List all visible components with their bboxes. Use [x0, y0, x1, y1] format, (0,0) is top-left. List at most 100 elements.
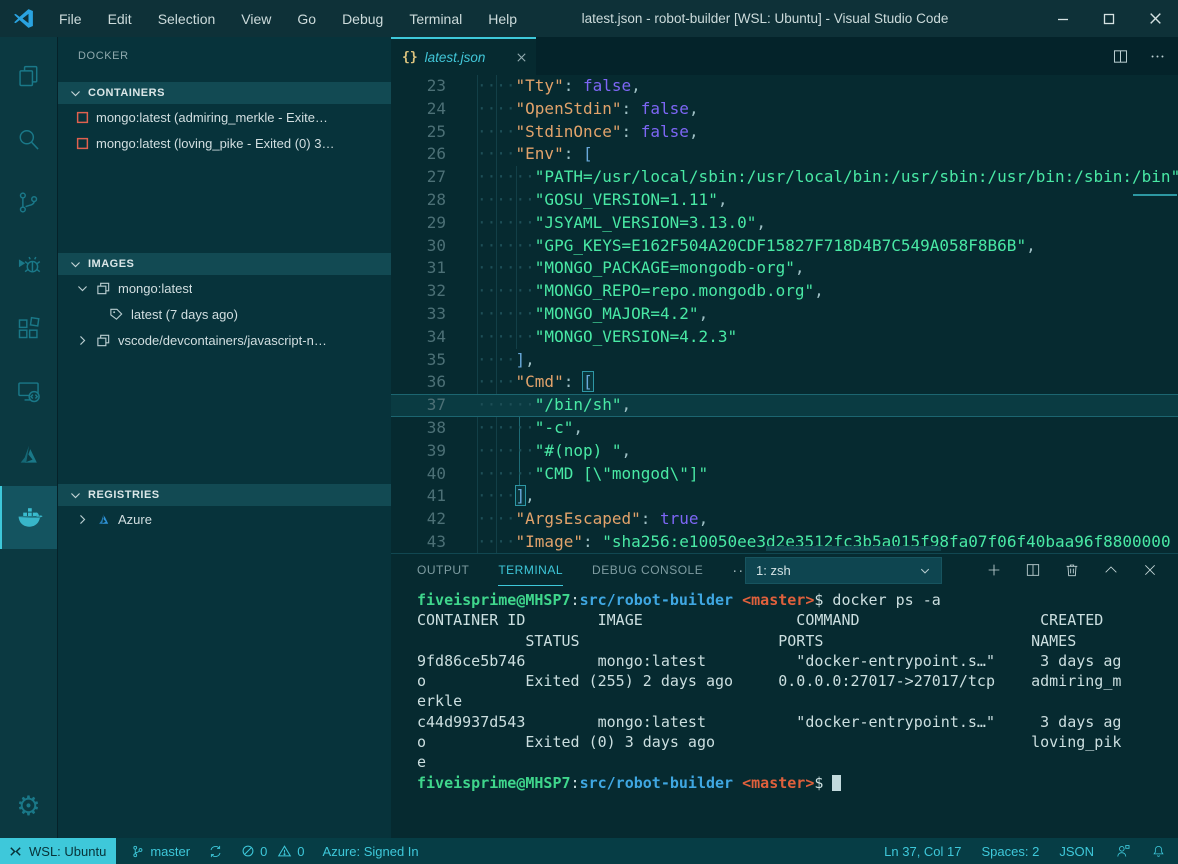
menu-terminal[interactable]: Terminal — [396, 0, 475, 37]
code-line-38[interactable]: 38 ······"-c", — [391, 417, 1178, 440]
feedback-icon[interactable] — [1114, 843, 1131, 859]
line-number: 41 — [391, 485, 446, 508]
notifications-bell-icon[interactable] — [1151, 844, 1166, 859]
debug-icon[interactable] — [0, 234, 57, 297]
tree-item[interactable]: latest (7 days ago) — [58, 301, 391, 327]
tree-item[interactable]: vscode/devcontainers/javascript-n… — [58, 327, 391, 353]
remote-icon — [8, 844, 23, 859]
terminal-line: CONTAINER ID IMAGE COMMAND CREATED — [417, 610, 1178, 630]
tree-item[interactable]: mongo:latest (loving_pike - Exited (0) 3… — [58, 130, 391, 156]
git-branch[interactable]: master — [130, 844, 190, 859]
tab-close-icon[interactable] — [515, 51, 528, 64]
errors-icon — [241, 844, 255, 858]
indentation[interactable]: Spaces: 2 — [982, 844, 1040, 859]
code-line-32[interactable]: 32······"MONGO_REPO=repo.mongodb.org", — [391, 280, 1178, 303]
gear-icon[interactable]: ⚙ — [0, 793, 57, 820]
terminal-picker[interactable]: 1: zsh — [745, 557, 942, 584]
section-header-images[interactable]: IMAGES — [58, 253, 391, 275]
remote-explorer-icon[interactable] — [0, 360, 57, 423]
code-text: ····"Env": [ — [477, 143, 593, 166]
panel-tab-output[interactable]: OUTPUT — [417, 554, 469, 586]
tree-item[interactable]: mongo:latest — [58, 275, 391, 301]
explorer-icon[interactable] — [0, 45, 57, 108]
tree-item-label: mongo:latest — [118, 281, 192, 296]
split-editor-icon[interactable] — [1112, 48, 1129, 65]
code-text: ····], — [477, 349, 535, 372]
azure-icon[interactable] — [0, 423, 57, 486]
code-line-41[interactable]: 41····], — [391, 485, 1178, 508]
chevron-down-icon[interactable] — [76, 282, 89, 295]
menu-selection[interactable]: Selection — [145, 0, 229, 37]
docker-icon[interactable] — [0, 486, 57, 549]
search-icon[interactable] — [0, 108, 57, 171]
code-line-27[interactable]: 27 ······"PATH=/usr/local/sbin:/usr/local… — [391, 166, 1178, 189]
code-line-33[interactable]: 33······"MONGO_MAJOR=4.2", — [391, 303, 1178, 326]
code-line-26[interactable]: 26····"Env": [ — [391, 143, 1178, 166]
split-terminal-icon[interactable] — [1025, 562, 1041, 578]
more-actions-icon[interactable] — [1149, 48, 1166, 65]
code-editor[interactable]: 23····"Tty": false,24····"OpenStdin": fa… — [391, 75, 1178, 553]
line-number: 27 — [391, 166, 446, 189]
menu-go[interactable]: Go — [284, 0, 329, 37]
code-line-31[interactable]: 31······"MONGO_PACKAGE=mongodb-org", — [391, 257, 1178, 280]
chevron-right-icon[interactable] — [76, 513, 89, 526]
sync-button[interactable] — [208, 844, 223, 859]
line-number: 43 — [391, 531, 446, 553]
code-line-36[interactable]: 36····"Cmd": [ — [391, 371, 1178, 394]
tree-item[interactable]: Azure — [58, 506, 391, 532]
code-line-35[interactable]: 35····], — [391, 349, 1178, 372]
language-mode[interactable]: JSON — [1059, 844, 1094, 859]
maximize-panel-icon[interactable] — [1103, 562, 1119, 578]
code-line-37[interactable]: 37······"/bin/sh", — [391, 394, 1178, 417]
code-line-24[interactable]: 24····"OpenStdin": false, — [391, 98, 1178, 121]
extensions-icon[interactable] — [0, 297, 57, 360]
chevron-right-icon[interactable] — [76, 334, 89, 347]
menu-help[interactable]: Help — [475, 0, 530, 37]
code-text: ······"-c", — [477, 417, 583, 440]
tree-item-label: mongo:latest (loving_pike - Exited (0) 3… — [96, 136, 334, 151]
code-line-40[interactable]: 40······"CMD [\"mongod\"]" — [391, 463, 1178, 486]
title-bar: FileEditSelectionViewGoDebugTerminalHelp… — [0, 0, 1178, 37]
maximize-icon[interactable] — [1086, 0, 1132, 37]
terminal-output[interactable]: fiveisprime@MHSP7:src/robot-builder <mas… — [417, 590, 1178, 793]
code-line-29[interactable]: 29······"JSYAML_VERSION=3.13.0", — [391, 212, 1178, 235]
line-number: 38 — [391, 417, 446, 440]
code-line-39[interactable]: 39······"#(nop) ", — [391, 440, 1178, 463]
line-number: 32 — [391, 280, 446, 303]
azure-status[interactable]: Azure: Signed In — [323, 844, 419, 859]
code-line-42[interactable]: 42····"ArgsEscaped": true, — [391, 508, 1178, 531]
panel-tab-debug-console[interactable]: DEBUG CONSOLE — [592, 554, 703, 586]
code-text: ······"#(nop) ", — [477, 440, 631, 463]
close-panel-icon[interactable] — [1142, 562, 1158, 578]
minimize-icon[interactable] — [1040, 0, 1086, 37]
tab-latest-json[interactable]: {} latest.json — [391, 37, 536, 75]
close-icon[interactable] — [1132, 0, 1178, 37]
remote-indicator[interactable]: WSL: Ubuntu — [0, 838, 116, 864]
panel-tab-terminal[interactable]: TERMINAL — [498, 554, 563, 586]
code-line-28[interactable]: 28······"GOSU_VERSION=1.11", — [391, 189, 1178, 212]
code-line-25[interactable]: 25····"StdinOnce": false, — [391, 121, 1178, 144]
problems-indicator[interactable]: 0 0 — [241, 844, 304, 859]
panel: OUTPUTTERMINALDEBUG CONSOLE ··· 1: zsh f… — [391, 553, 1178, 838]
section-header-registries[interactable]: REGISTRIES — [58, 484, 391, 506]
menu-edit[interactable]: Edit — [95, 0, 145, 37]
chevron-down-icon — [69, 87, 82, 100]
code-line-23[interactable]: 23····"Tty": false, — [391, 75, 1178, 98]
section-header-containers[interactable]: CONTAINERS — [58, 82, 391, 104]
code-line-34[interactable]: 34······"MONGO_VERSION=4.2.3" — [391, 326, 1178, 349]
new-terminal-icon[interactable] — [986, 562, 1002, 578]
editor-horizontal-scrollbar[interactable] — [766, 546, 941, 551]
tree-item[interactable]: mongo:latest (admiring_merkle - Exite… — [58, 104, 391, 130]
code-line-30[interactable]: 30······"GPG_KEYS=E162F504A20CDF15827F71… — [391, 235, 1178, 258]
remote-label: WSL: Ubuntu — [29, 844, 106, 859]
section-label: REGISTRIES — [88, 489, 160, 501]
cursor-position[interactable]: Ln 37, Col 17 — [884, 844, 961, 859]
menu-view[interactable]: View — [228, 0, 284, 37]
menu-debug[interactable]: Debug — [329, 0, 396, 37]
source-control-icon[interactable] — [0, 171, 57, 234]
kill-terminal-icon[interactable] — [1064, 562, 1080, 578]
code-text: ······"PATH=/usr/local/sbin:/usr/local/b… — [477, 166, 1178, 189]
tab-label: latest.json — [425, 50, 486, 65]
section-containers: CONTAINERSmongo:latest (admiring_merkle … — [58, 82, 391, 156]
menu-file[interactable]: File — [46, 0, 95, 37]
